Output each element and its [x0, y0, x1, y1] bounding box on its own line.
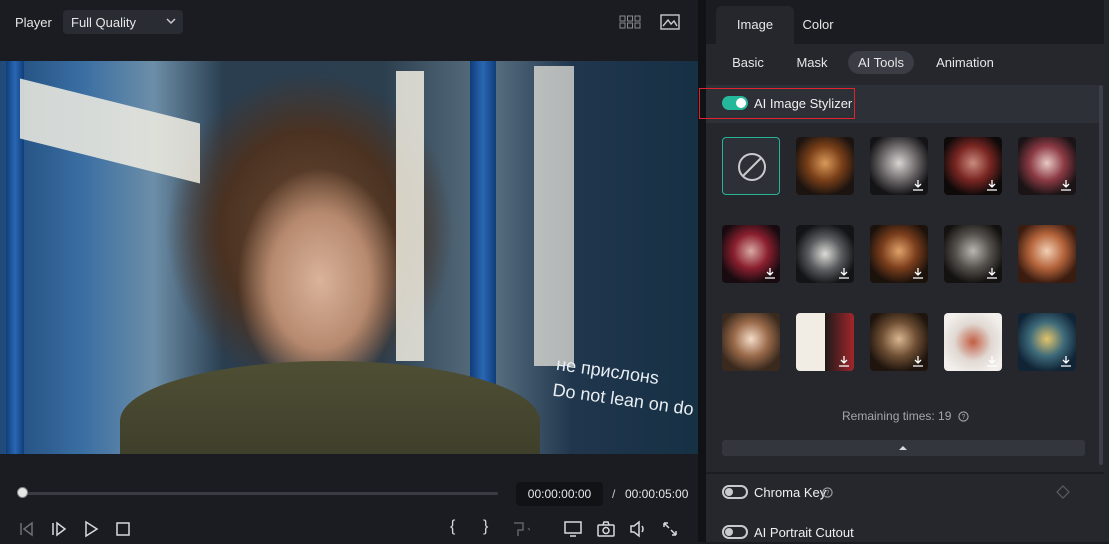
add-marker-button[interactable]	[510, 519, 537, 539]
speaker-icon	[630, 520, 644, 538]
section-divider	[706, 472, 1104, 474]
style-thumbnail[interactable]	[1018, 137, 1076, 195]
display-settings-button[interactable]	[563, 519, 583, 539]
svg-text:?: ?	[961, 414, 965, 421]
video-preview[interactable]: не прислонs Do not lean on do	[0, 61, 698, 454]
svg-text:?: ?	[826, 490, 830, 497]
style-thumbnail[interactable]	[870, 313, 928, 371]
style-thumbnail[interactable]	[870, 137, 928, 195]
video-sign-text: не прислонs Do not lean on do	[547, 351, 698, 451]
video-scene-light	[396, 71, 424, 361]
portrait-cutout-toggle[interactable]	[722, 525, 748, 539]
time-separator: /	[612, 487, 616, 501]
caret-up-icon	[899, 446, 907, 450]
mark-out-button[interactable]: }	[483, 518, 488, 536]
player-label: Player	[15, 15, 52, 30]
style-thumbnail[interactable]	[1018, 313, 1076, 371]
current-time: 00:00:00:00	[527, 487, 592, 501]
remaining-times-text: Remaining times: 19	[842, 409, 952, 423]
marker-icon	[514, 522, 537, 536]
player-area: Player Full Quality не прислонs Do not l…	[0, 0, 698, 542]
style-thumbnail[interactable]	[796, 137, 854, 195]
tab-color[interactable]: Color	[794, 6, 842, 44]
style-thumbnail[interactable]	[944, 137, 1002, 195]
style-thumbnail[interactable]	[1018, 225, 1076, 283]
subtab-mask[interactable]: Mask	[790, 51, 834, 74]
subtab-animation[interactable]: Animation	[929, 51, 1001, 74]
no-style-icon	[738, 153, 766, 181]
style-thumbnail[interactable]	[944, 225, 1002, 283]
keyframe-diamond-icon[interactable]	[1056, 485, 1070, 499]
property-panel: Image Color Basic Mask AI Tools Animatio…	[706, 0, 1109, 542]
download-icon	[1061, 356, 1071, 367]
snapshot-button[interactable]	[596, 519, 616, 539]
quality-dropdown[interactable]: Full Quality	[63, 10, 183, 34]
collapse-bar[interactable]	[722, 440, 1085, 456]
grid-view-icon[interactable]	[619, 13, 641, 31]
portrait-cutout-label: AI Portrait Cutout	[754, 525, 854, 540]
download-icon	[987, 356, 997, 367]
panel-scrollbar[interactable]	[1099, 85, 1103, 465]
previous-frame-button[interactable]	[16, 519, 36, 539]
previous-frame-icon	[20, 521, 33, 537]
next-frame-icon	[52, 521, 67, 537]
style-thumbnail[interactable]	[796, 225, 854, 283]
download-icon	[987, 180, 997, 191]
download-icon	[987, 268, 997, 279]
highlight-box	[699, 88, 855, 119]
play-icon	[85, 520, 99, 538]
remaining-times: Remaining times: 19 ?	[842, 409, 969, 423]
subtab-basic[interactable]: Basic	[726, 51, 770, 74]
style-thumbnail[interactable]	[796, 313, 854, 371]
image-snapshot-icon[interactable]	[659, 13, 681, 31]
style-thumbnail[interactable]	[870, 225, 928, 283]
style-thumbnail[interactable]	[722, 313, 780, 371]
style-thumbnail[interactable]	[722, 225, 780, 283]
download-icon	[839, 268, 849, 279]
play-button[interactable]	[81, 519, 101, 539]
tab-image[interactable]: Image	[716, 6, 794, 44]
camera-icon	[597, 521, 615, 537]
volume-button[interactable]	[628, 519, 648, 539]
video-scene-light	[20, 78, 200, 184]
playhead-knob[interactable]	[17, 487, 28, 498]
download-icon	[913, 180, 923, 191]
chroma-key-toggle[interactable]	[722, 485, 748, 499]
style-thumbnail[interactable]	[944, 313, 1002, 371]
monitor-icon	[564, 521, 582, 537]
stop-icon	[116, 522, 130, 536]
main-tabs: Image Color	[706, 0, 1104, 44]
download-icon	[913, 268, 923, 279]
download-icon	[839, 356, 849, 367]
fullscreen-icon	[663, 522, 677, 536]
style-none[interactable]	[722, 137, 780, 195]
panel-divider[interactable]	[698, 0, 706, 542]
quality-value: Full Quality	[71, 15, 137, 30]
download-icon	[1061, 180, 1071, 191]
chroma-key-label: Chroma Key	[754, 485, 827, 500]
download-icon	[765, 268, 775, 279]
player-toolbar: Player Full Quality	[0, 0, 698, 44]
next-frame-button[interactable]	[49, 519, 69, 539]
current-time-box[interactable]: 00:00:00:00	[516, 482, 603, 506]
chevron-down-icon	[166, 18, 176, 25]
stop-button[interactable]	[113, 519, 133, 539]
help-icon[interactable]: ?	[822, 487, 833, 498]
timeline-progress-bar[interactable]	[22, 492, 498, 495]
help-icon[interactable]: ?	[958, 411, 969, 422]
video-scene-light	[534, 66, 574, 366]
download-icon	[913, 356, 923, 367]
fullscreen-button[interactable]	[660, 519, 680, 539]
total-time: 00:00:05:00	[625, 487, 689, 501]
mark-in-button[interactable]: {	[450, 518, 455, 536]
subtab-ai-tools[interactable]: AI Tools	[848, 51, 914, 74]
